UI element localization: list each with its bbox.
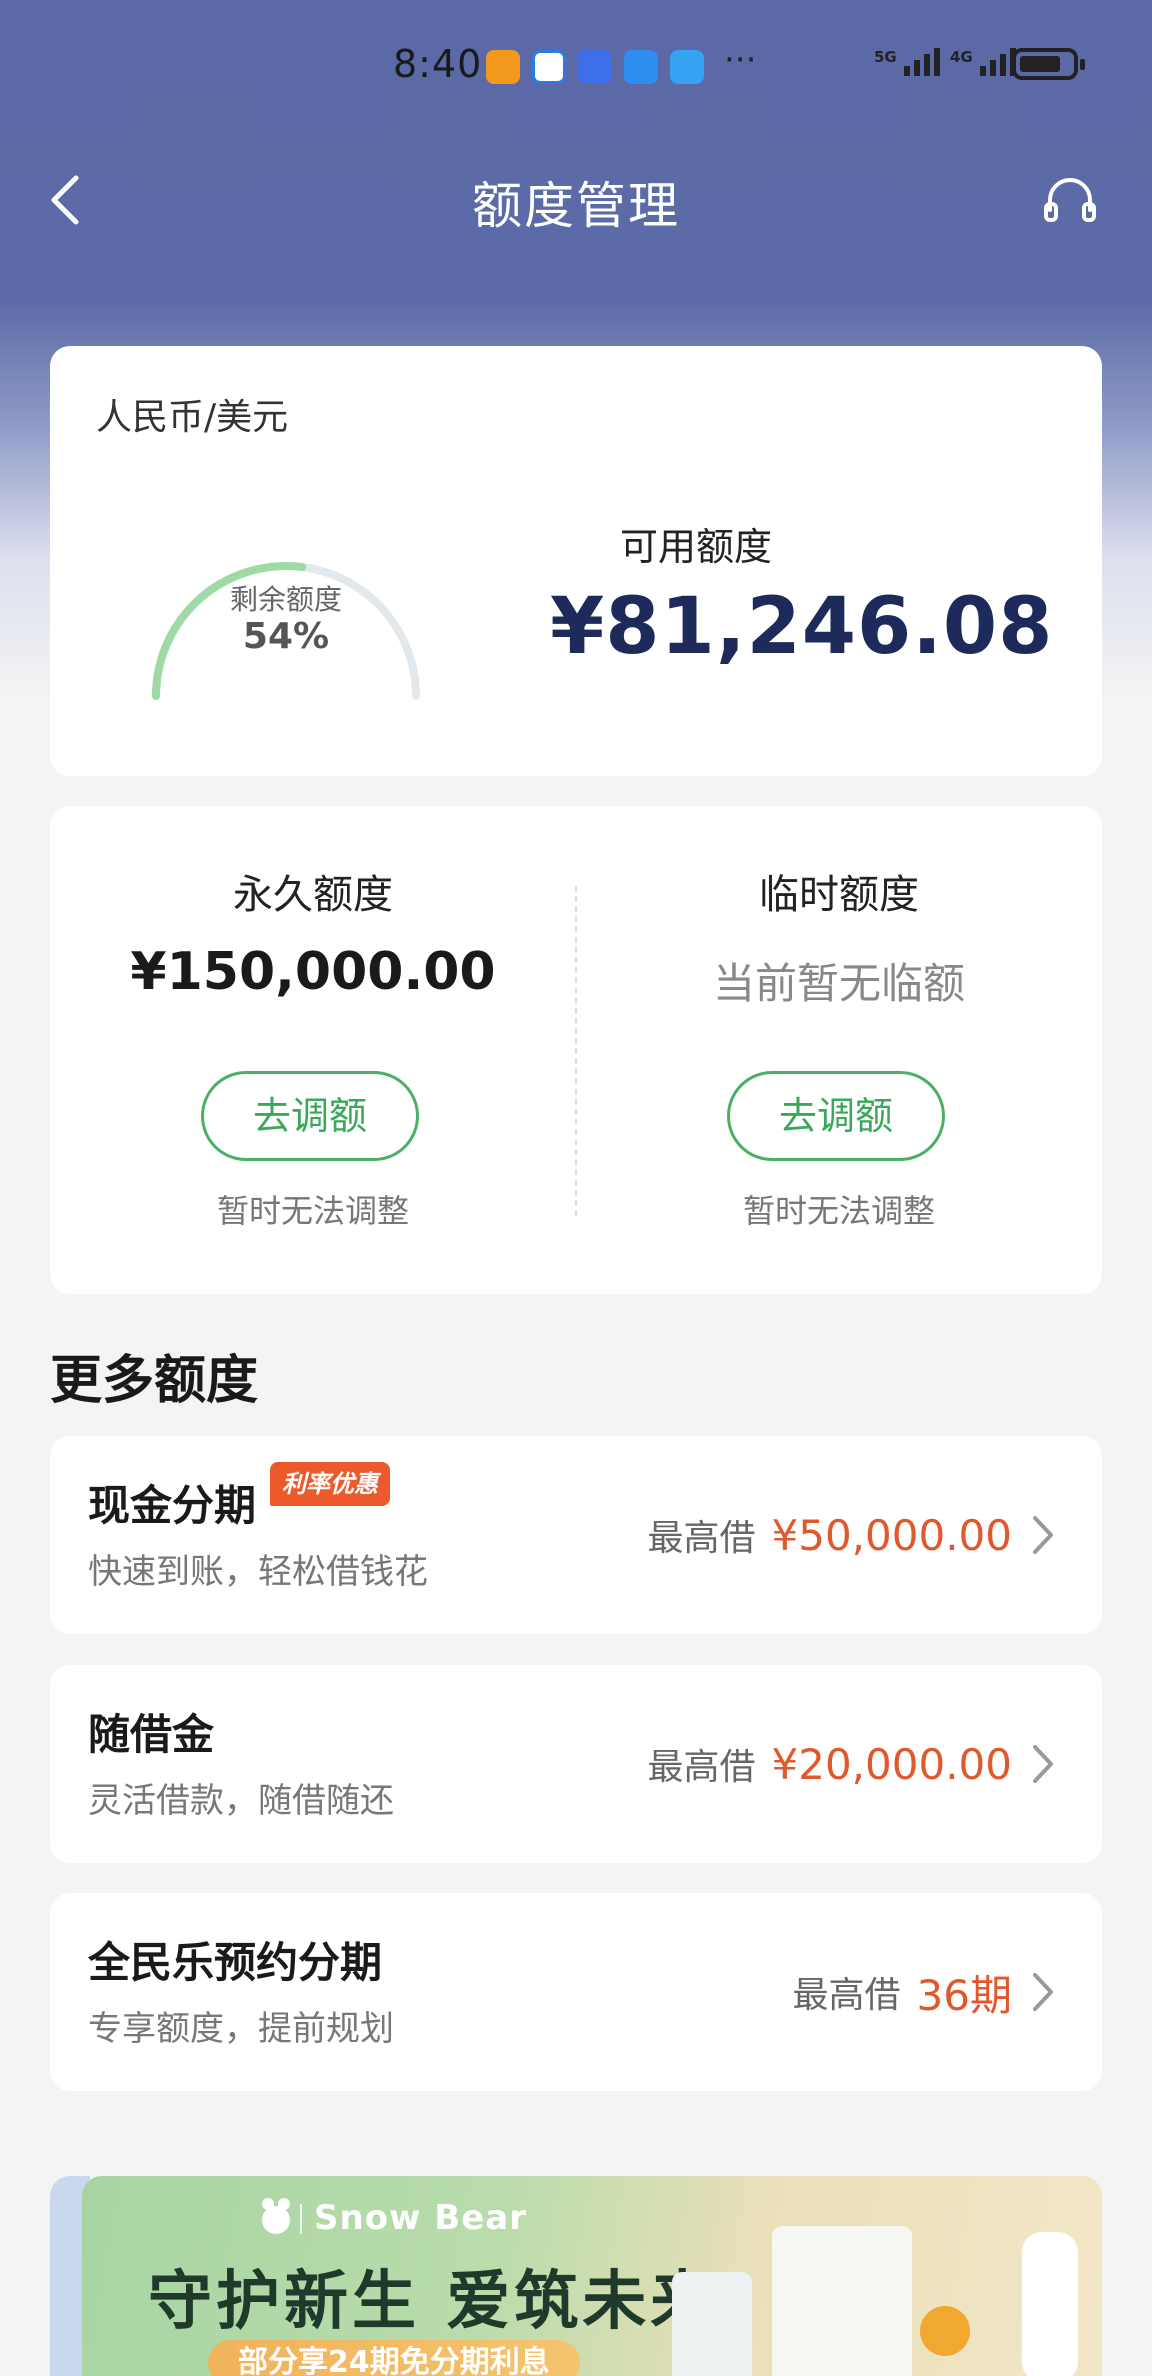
limits-card: 永久额度 ¥150,000.00 去调额 暂时无法调整 临时额度 当前暂无临额 … [50, 806, 1102, 1294]
temporary-limit-column: 临时额度 当前暂无临额 去调额 暂时无法调整 [576, 806, 1102, 1294]
available-quota-card: 人民币/美元 剩余额度 54% 可用额度 ¥81,246.08 [50, 346, 1102, 776]
max-installments: 36期 [916, 1970, 1012, 2020]
orange-app-icon [486, 50, 520, 84]
signal-4g-icon: 4G [950, 48, 1016, 76]
permanent-adjust-note: 暂时无法调整 [216, 1192, 409, 1230]
gauge-percentage: 54% [242, 616, 330, 657]
product-limit: 最高借 36期 [793, 1893, 1056, 2091]
product-description: 快速到账，轻松借钱花 [88, 1552, 428, 1592]
promo-pill: 部分享24期免分期利息 [208, 2340, 580, 2376]
max-borrow-amount: ¥20,000.00 [771, 1739, 1012, 1789]
brand-separator [300, 2204, 302, 2234]
permanent-limit-column: 永久额度 ¥150,000.00 去调额 暂时无法调整 [50, 806, 576, 1294]
available-quota-label: 可用额度 [620, 525, 773, 569]
temporary-limit-value: 当前暂无临额 [712, 959, 965, 1008]
product-description: 灵活借款，随借随还 [88, 1781, 394, 1821]
more-quota-title: 更多额度 [50, 1351, 259, 1411]
available-quota-amount: ¥81,246.08 [550, 582, 1054, 672]
notification-icons [486, 50, 704, 84]
flower-image [920, 2306, 970, 2356]
status-bar: 8:40 ··· 5G 4G [0, 0, 1152, 134]
product-name: 随借金 [88, 1710, 215, 1759]
product-name: 现金分期 [88, 1481, 257, 1530]
temporary-adjust-button[interactable]: 去调额 [727, 1071, 945, 1161]
bear-logo-icon [262, 2198, 290, 2234]
battery-icon [1012, 48, 1085, 80]
permanent-limit-value: ¥150,000.00 [130, 942, 496, 1002]
max-borrow-label: 最高借 [647, 1518, 756, 1559]
more-notifications-icon: ··· [724, 40, 757, 80]
weather-app-icon [670, 50, 704, 84]
product-cash-installment[interactable]: 现金分期 利率优惠 快速到账，轻松借钱花 最高借 ¥50,000.00 [50, 1436, 1102, 1634]
temporary-limit-title: 临时额度 [759, 872, 919, 918]
signal-5g-icon: 5G [874, 48, 940, 76]
max-borrow-amount: ¥50,000.00 [771, 1510, 1012, 1560]
promo-banner[interactable]: Snow Bear 守护新生 爱筑未来 部分享24期免分期利息 [82, 2176, 1102, 2376]
product-description: 专享额度，提前规划 [88, 2009, 394, 2049]
currency-label: 人民币/美元 [96, 397, 289, 438]
page-title: 额度管理 [472, 177, 680, 235]
chevron-right-icon [1033, 1745, 1053, 1783]
permanent-adjust-button[interactable]: 去调额 [201, 1071, 419, 1161]
chevron-right-icon [1033, 1516, 1053, 1554]
browser-app-icon [532, 50, 566, 84]
product-flexible-loan[interactable]: 随借金 灵活借款，随借随还 最高借 ¥20,000.00 [50, 1665, 1102, 1863]
permanent-limit-title: 永久额度 [233, 872, 393, 918]
product-name: 全民乐预约分期 [88, 1938, 383, 1987]
status-time: 8:40 [393, 42, 483, 86]
dispenser-image [772, 2226, 912, 2376]
gauge-label: 剩余额度 [229, 583, 342, 616]
assistant-app-icon [624, 50, 658, 84]
brand-name: Snow Bear [314, 2198, 527, 2238]
network-type-4g: 4G [950, 48, 973, 66]
chat-app-icon [578, 50, 612, 84]
network-type-5g: 5G [874, 48, 897, 66]
purifier-image [672, 2272, 752, 2376]
rate-discount-badge: 利率优惠 [270, 1462, 390, 1506]
banner-slogan: 守护新生 爱筑未来 [148, 2265, 719, 2339]
lamp-image [1022, 2232, 1078, 2376]
chevron-right-icon [1033, 1973, 1053, 2011]
max-borrow-label: 最高借 [792, 1975, 901, 2016]
max-borrow-label: 最高借 [647, 1747, 756, 1788]
product-reserved-installment[interactable]: 全民乐预约分期 专享额度，提前规划 最高借 36期 [50, 1893, 1102, 2091]
headset-icon[interactable] [1040, 170, 1100, 230]
product-limit: 最高借 ¥50,000.00 [648, 1436, 1057, 1634]
product-limit: 最高借 ¥20,000.00 [648, 1665, 1057, 1863]
temporary-adjust-note: 暂时无法调整 [742, 1192, 935, 1230]
